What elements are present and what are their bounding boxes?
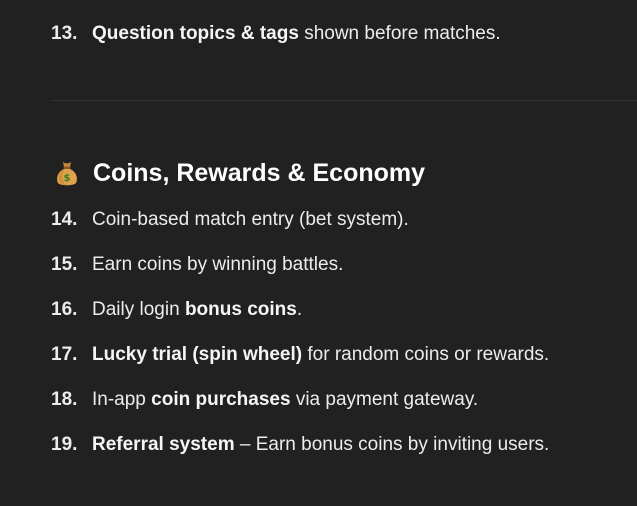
list-item-number: 17. xyxy=(51,344,78,365)
section-title: Coins, Rewards & Economy xyxy=(93,158,426,187)
list-item: 16. Daily login bonus coins. xyxy=(51,298,302,322)
list-item-text: Coin-based match entry (bet system). xyxy=(92,209,409,230)
list-item-bold-text: Lucky trial (spin wheel) xyxy=(92,344,303,365)
list-item: 17. Lucky trial (spin wheel) for random c… xyxy=(51,343,549,367)
list-item: 15. Earn coins by winning battles. xyxy=(51,253,343,277)
list-item-text: for random coins or rewards. xyxy=(302,344,550,365)
list-item-number: 14. xyxy=(51,209,78,230)
list-item-text: . xyxy=(296,299,303,320)
list-item-text: via payment gateway. xyxy=(290,389,479,410)
section-divider xyxy=(51,100,637,101)
list-item-bold-text: bonus coins xyxy=(184,299,297,320)
list-item-text: Daily login xyxy=(92,299,185,320)
list-item-number: 16. xyxy=(51,299,78,320)
list-item-number: 19. xyxy=(51,434,78,455)
list-item-number: 18. xyxy=(51,389,78,410)
list-item-bold-text: coin purchases xyxy=(151,389,291,410)
list-item-number: 15. xyxy=(51,254,78,275)
section-heading: $ Coins, Rewards & Economy xyxy=(55,157,425,189)
list-item-text: Earn coins by winning battles. xyxy=(92,254,344,275)
svg-text:$: $ xyxy=(64,173,71,184)
money-bag-icon: $ xyxy=(55,159,79,187)
list-item-text: In-app xyxy=(92,389,152,410)
list-item: 13. Question topics & tags shown before m… xyxy=(51,22,501,46)
list-item: 18. In-app coin purchases via payment gat… xyxy=(51,388,478,412)
list-item: 14. Coin-based match entry (bet system). xyxy=(51,208,409,232)
list-item-number: 13. xyxy=(51,23,78,44)
list-item-bold-text: Question topics & tags xyxy=(92,23,299,44)
list-item-text: – Earn bonus coins by inviting users. xyxy=(234,434,550,455)
list-item-text: shown before matches. xyxy=(298,23,501,44)
list-item: 19. Referral system – Earn bonus coins by… xyxy=(51,433,549,457)
list-item-bold-text: Referral system xyxy=(92,434,235,455)
